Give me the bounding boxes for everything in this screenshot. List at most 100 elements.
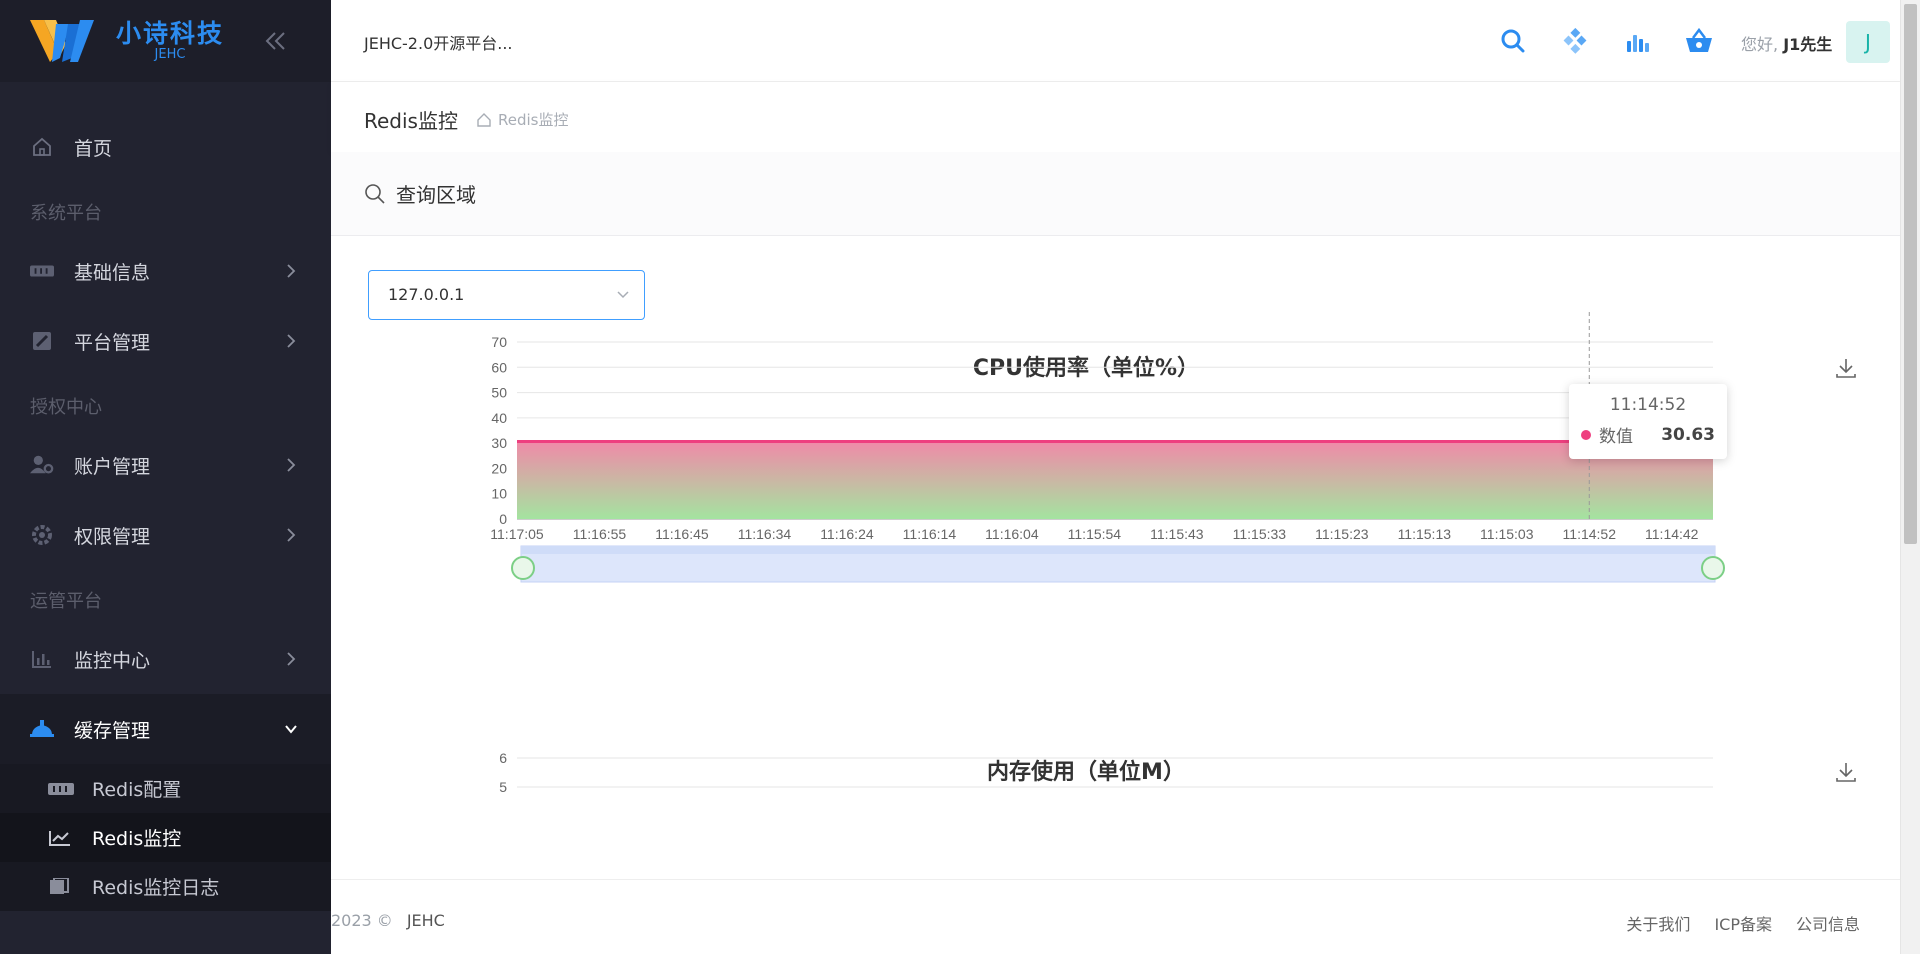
page-header: Redis监控 Redis监控 (331, 82, 1900, 152)
copyright: 2023 © JEHC (331, 911, 445, 930)
search-icon[interactable] (1498, 26, 1528, 56)
tooltip-value: 30.63 (1661, 424, 1715, 445)
x-tick-label: 11:15:54 (1068, 526, 1122, 542)
sidebar-item-permissions[interactable]: 权限管理 (0, 500, 331, 570)
chevron-right-icon (287, 528, 296, 542)
datazoom-handle-right (1701, 556, 1725, 580)
tooltip-time: 11:14:52 (1609, 395, 1687, 415)
trend-icon (48, 828, 74, 848)
query-area: 查询区域 (331, 152, 1900, 236)
chart-panel: 127.0.0.1 CPU使用率（单位%） 内存使用（单位M） 0 10 20 30 4… (331, 236, 1900, 879)
footer-link-icp[interactable]: ICP备案 (1714, 911, 1772, 935)
sidebar-item-label: 缓存管理 (74, 719, 151, 742)
datazoom-bar (521, 546, 1715, 554)
y-tick-label: 5 (499, 779, 507, 795)
brand-sub: JEHC (154, 47, 186, 62)
y-tick-label: 10 (491, 486, 507, 502)
sidebar-menu: 首页 系统平台 基础信息 平台管理 授权中心 账户管理 权限管理 运管平台 监控… (0, 82, 331, 911)
menu-group-title: 系统平台 (30, 203, 102, 224)
x-tick-label: 11:16:34 (738, 526, 792, 542)
greeting-prefix: 您好, (1741, 35, 1779, 54)
settings-box-icon (30, 329, 54, 353)
chevron-right-icon (287, 458, 296, 472)
sidebar-subitem-redis-log[interactable]: Redis监控日志 (0, 862, 331, 911)
sidebar-item-monitor[interactable]: 监控中心 (0, 624, 331, 694)
stats-icon[interactable] (1622, 26, 1652, 56)
menu-group-title: 授权中心 (30, 397, 102, 418)
apps-icon[interactable] (1560, 26, 1590, 56)
x-tick-label: 11:15:03 (1480, 526, 1534, 542)
user-gear-icon (30, 453, 54, 477)
x-tick-label: 11:14:52 (1563, 526, 1617, 542)
y-tick-label: 40 (491, 410, 507, 426)
sidebar-item-label: 监控中心 (74, 649, 151, 672)
sidebar-subitem-redis-monitor[interactable]: Redis监控 (0, 813, 331, 862)
page-title: Redis监控 (364, 109, 458, 133)
x-tick-label: 11:14:42 (1645, 526, 1699, 542)
y-tick-label: 70 (491, 334, 507, 350)
sidebar-item-platform[interactable]: 平台管理 (0, 306, 331, 376)
footer: 2023 © JEHC 关于我们 ICP备案 公司信息 (331, 879, 1900, 954)
logo-icon (30, 20, 94, 62)
sidebar-item-label: 账户管理 (74, 455, 151, 478)
top-header: JEHC-2.0开源平台... 您好, J1先生 J (331, 0, 1900, 82)
x-tick-label: 11:17:05 (490, 526, 544, 542)
x-tick-label: 11:16:45 (655, 526, 709, 542)
chevron-right-icon (287, 264, 296, 278)
series-marker (1581, 429, 1591, 440)
logo: 小诗科技 JEHC (0, 0, 331, 82)
grid-icon (30, 259, 54, 283)
sidebar-item-label: 首页 (74, 137, 113, 160)
x-tick-label: 11:16:24 (820, 526, 874, 542)
search-icon (365, 183, 385, 204)
page-scrollbar[interactable] (1900, 0, 1920, 954)
sidebar: 小诗科技 JEHC 首页 系统平台 基础信息 平台管理 授权中心 账户管理 权限… (0, 0, 331, 954)
home-icon (477, 112, 491, 127)
footer-link-about[interactable]: 关于我们 (1626, 911, 1690, 935)
gear-icon (30, 523, 54, 547)
site-name[interactable]: JEHC-2.0开源平台... (364, 30, 513, 54)
sidebar-subitem-label: Redis监控 (92, 828, 182, 850)
sidebar-item-label: 权限管理 (74, 525, 151, 548)
sidebar-item-basic-info[interactable]: 基础信息 (0, 236, 331, 306)
bar-chart-icon (30, 647, 54, 671)
sidebar-subitem-label: Redis配置 (92, 779, 182, 801)
footer-link-company[interactable]: 公司信息 (1796, 911, 1860, 935)
x-tick-label: 11:15:13 (1398, 526, 1452, 542)
cache-submenu: Redis配置 Redis监控 Redis监控日志 (0, 764, 331, 911)
y-tick-label: 0 (499, 511, 507, 527)
series-area (517, 441, 1713, 519)
log-icon (48, 877, 74, 897)
cloud-icon (30, 717, 54, 741)
chart-tooltip: 11:14:52 数值 30.63 (1569, 384, 1727, 459)
sidebar-subitem-redis-config[interactable]: Redis配置 (0, 764, 331, 813)
x-tick-label: 11:15:23 (1315, 526, 1369, 542)
query-area-label: 查询区域 (396, 183, 476, 207)
sidebar-item-home[interactable]: 首页 (0, 112, 331, 182)
y-tick-label: 60 (491, 359, 507, 375)
chevron-right-icon (287, 652, 296, 666)
chevron-right-icon (287, 334, 296, 348)
basket-icon[interactable] (1684, 26, 1714, 56)
y-tick-label: 30 (491, 435, 507, 451)
collapse-sidebar-icon[interactable] (263, 28, 289, 54)
x-tick-label: 11:15:43 (1150, 526, 1204, 542)
copyright-text: 2023 © (331, 911, 393, 930)
scrollbar-thumb[interactable] (1904, 4, 1917, 544)
sidebar-item-label: 平台管理 (74, 331, 151, 354)
menu-group-title: 运管平台 (30, 591, 102, 612)
footer-brand: JEHC (406, 911, 445, 930)
sidebar-item-cache[interactable]: 缓存管理 (0, 694, 331, 764)
sidebar-item-accounts[interactable]: 账户管理 (0, 430, 331, 500)
x-tick-label: 11:15:33 (1233, 526, 1287, 542)
breadcrumb-item[interactable]: Redis监控 (498, 109, 568, 130)
avatar[interactable]: J (1846, 21, 1890, 63)
user-name: J1先生 (1783, 35, 1833, 54)
sidebar-subitem-label: Redis监控日志 (92, 877, 220, 899)
tooltip-series: 数值 (1599, 427, 1633, 447)
user-greeting[interactable]: 您好, J1先生 (1741, 31, 1832, 55)
y-tick-label: 20 (491, 460, 507, 476)
brand-name: 小诗科技 (116, 19, 225, 48)
x-tick-label: 11:16:04 (985, 526, 1039, 542)
grid-icon (48, 779, 74, 799)
